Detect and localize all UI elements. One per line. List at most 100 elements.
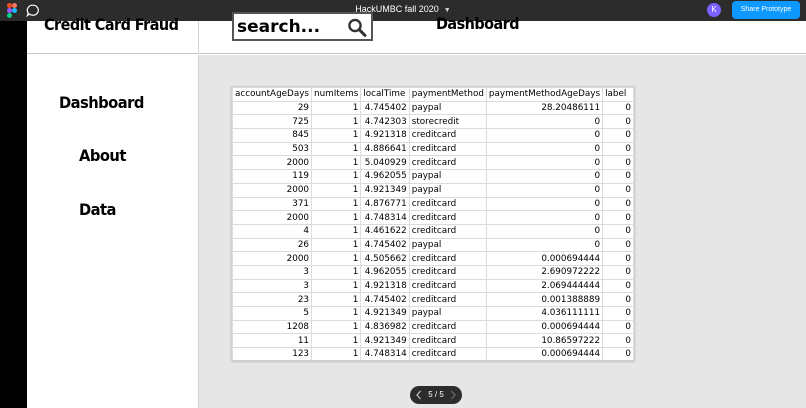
- table-cell: 0: [485, 237, 604, 253]
- table-cell: 1: [311, 251, 362, 266]
- table-cell: creditcard: [408, 292, 487, 307]
- page-count: 5 / 5: [428, 390, 444, 399]
- column-header: numItems: [311, 87, 362, 102]
- table-cell: creditcard: [408, 196, 487, 212]
- table-cell: 0: [602, 210, 634, 225]
- table-cell: 0: [602, 155, 634, 171]
- table-cell: 0: [602, 292, 634, 307]
- table-cell: 1: [311, 278, 362, 294]
- table-cell: 0: [485, 128, 604, 143]
- file-title[interactable]: HackUMBC fall 2020 ▼: [0, 4, 806, 14]
- table-cell: creditcard: [408, 347, 487, 360]
- table-cell: 4.921318: [360, 278, 410, 294]
- table-cell: paypal: [408, 182, 487, 198]
- share-prototype-button[interactable]: Share Prototype: [732, 1, 800, 19]
- table-cell: 28.20486111: [485, 100, 604, 116]
- table-cell: 11: [232, 333, 313, 349]
- table-cell: 4.505662: [360, 251, 410, 266]
- table-cell: 0: [485, 223, 604, 239]
- table-cell: 1: [311, 169, 362, 184]
- table-row: 123 1 4.748314 creditcard 0.000694444 0: [232, 347, 634, 360]
- table-row: 3 1 4.921318 creditcard 2.069444444 0: [232, 278, 634, 294]
- table-cell: 1: [311, 196, 362, 212]
- table-cell: creditcard: [408, 251, 487, 266]
- table-cell: 4.836982: [360, 319, 410, 335]
- table-cell: 0: [602, 223, 634, 239]
- search-icon[interactable]: [347, 18, 367, 37]
- table-cell: 1: [311, 237, 362, 253]
- table-cell: 1: [311, 319, 362, 335]
- table-cell: 0: [602, 306, 634, 321]
- table-cell: 1: [311, 264, 362, 280]
- table-row: 2000 1 4.505662 creditcard 0.000694444 0: [232, 251, 634, 266]
- table-cell: 0: [485, 114, 604, 130]
- table-cell: 2000: [232, 155, 313, 171]
- search-box[interactable]: [232, 12, 373, 41]
- table-cell: 4.748314: [360, 347, 410, 360]
- table-row: 29 1 4.745402 paypal 28.20486111 0: [232, 100, 634, 116]
- chevron-left-icon[interactable]: [414, 389, 424, 401]
- brand-title: Credit Card Fraud: [44, 15, 179, 34]
- column-header: paymentMethod: [408, 87, 487, 102]
- table-row: 845 1 4.921318 creditcard 0 0: [232, 128, 634, 143]
- table-header-row: accountAgeDays numItems localTime paymen…: [232, 87, 634, 102]
- table-cell: 10.86597222: [485, 333, 604, 349]
- table-cell: 1: [311, 292, 362, 307]
- table-cell: 4.921349: [360, 182, 410, 198]
- table-cell: 845: [232, 128, 313, 143]
- avatar[interactable]: K: [707, 3, 721, 17]
- table-cell: 0: [602, 196, 634, 212]
- prototype-pager: 5 / 5: [410, 386, 462, 404]
- table-cell: 2.069444444: [485, 278, 604, 294]
- table-row: 23 1 4.745402 creditcard 0.001388889 0: [232, 292, 634, 307]
- table-cell: 4.745402: [360, 237, 410, 253]
- table-cell: 1: [311, 128, 362, 143]
- search-input[interactable]: [237, 16, 343, 37]
- left-black-strip: [0, 21, 27, 408]
- table-cell: 23: [232, 292, 313, 307]
- table-cell: 0: [602, 251, 634, 266]
- table-row: 725 1 4.742303 storecredit 0 0: [232, 114, 634, 130]
- spreadsheet-table: accountAgeDays numItems localTime paymen…: [232, 87, 634, 360]
- table-cell: 0: [485, 210, 604, 225]
- column-header: accountAgeDays: [232, 87, 313, 102]
- table-cell: 4: [232, 223, 313, 239]
- table-cell: 4.748314: [360, 210, 410, 225]
- table-cell: 4.461622: [360, 223, 410, 239]
- table-cell: 4.921318: [360, 128, 410, 143]
- data-table: accountAgeDays numItems localTime paymen…: [231, 86, 635, 361]
- table-cell: 3: [232, 278, 313, 294]
- table-cell: 4.745402: [360, 100, 410, 116]
- table-cell: 5: [232, 306, 313, 321]
- table-cell: 4.962055: [360, 169, 410, 184]
- sidebar-item-dashboard[interactable]: Dashboard: [59, 93, 144, 112]
- table-cell: creditcard: [408, 278, 487, 294]
- table-row: 371 1 4.876771 creditcard 0 0: [232, 196, 634, 212]
- table-cell: 725: [232, 114, 313, 130]
- sidebar-item-about[interactable]: About: [79, 146, 126, 165]
- table-cell: 0.001388889: [485, 292, 604, 307]
- table-row: 2000 1 4.921349 paypal 0 0: [232, 182, 634, 198]
- table-cell: 0: [602, 128, 634, 143]
- table-cell: 1: [311, 347, 362, 360]
- table-cell: 0: [485, 196, 604, 212]
- table-cell: 119: [232, 169, 313, 184]
- table-cell: 0: [602, 237, 634, 253]
- table-cell: 1: [311, 141, 362, 157]
- sidebar-item-data[interactable]: Data: [79, 200, 116, 219]
- table-cell: 1: [311, 333, 362, 349]
- chevron-right-icon[interactable]: [448, 389, 458, 401]
- table-cell: 4.876771: [360, 196, 410, 212]
- column-header: label: [602, 87, 634, 102]
- table-cell: 0: [602, 114, 634, 130]
- table-cell: 2000: [232, 182, 313, 198]
- table-row: 119 1 4.962055 paypal 0 0: [232, 169, 634, 184]
- table-cell: 4.745402: [360, 292, 410, 307]
- table-cell: 3: [232, 264, 313, 280]
- table-cell: 4.886641: [360, 141, 410, 157]
- table-row: 3 1 4.962055 creditcard 2.690972222 0: [232, 264, 634, 280]
- table-cell: 503: [232, 141, 313, 157]
- table-row: 4 1 4.461622 creditcard 0 0: [232, 223, 634, 239]
- table-cell: 4.036111111: [485, 306, 604, 321]
- table-cell: 0: [602, 100, 634, 116]
